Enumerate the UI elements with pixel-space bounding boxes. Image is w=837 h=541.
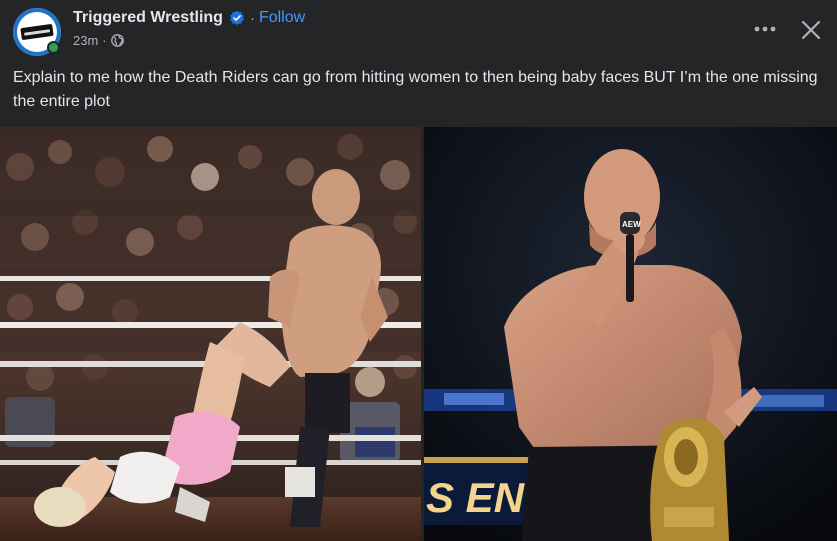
globe-icon[interactable]: [110, 33, 124, 47]
online-status-indicator: [47, 41, 60, 54]
post-timestamp[interactable]: 23m: [73, 33, 98, 48]
photo-left-wrestling-ring[interactable]: [0, 127, 421, 541]
triggered-wrestling-logo: [20, 23, 54, 41]
more-options-button[interactable]: [748, 14, 782, 44]
close-icon: [801, 20, 821, 40]
facebook-post: Triggered Wrestling · Follow 23m · Expla…: [0, 0, 837, 541]
author-separator: ·: [249, 9, 255, 27]
photo-right-wrestler-with-mic[interactable]: S END AEW: [424, 127, 837, 541]
post-caption: Explain to me how the Death Riders can g…: [13, 69, 818, 110]
post-media: S END AEW: [0, 127, 837, 541]
close-post-button[interactable]: [795, 14, 827, 46]
verified-badge-icon: [229, 10, 245, 26]
meta-separator: ·: [102, 32, 107, 48]
more-horizontal-icon: [754, 26, 776, 32]
svg-text:AEW: AEW: [622, 220, 641, 229]
post-author-row: Triggered Wrestling · Follow: [73, 8, 305, 28]
post-meta: 23m ·: [73, 31, 124, 49]
post-header: Triggered Wrestling · Follow 23m ·: [0, 0, 837, 60]
follow-button[interactable]: Follow: [259, 9, 305, 27]
page-name-link[interactable]: Triggered Wrestling: [73, 9, 223, 27]
